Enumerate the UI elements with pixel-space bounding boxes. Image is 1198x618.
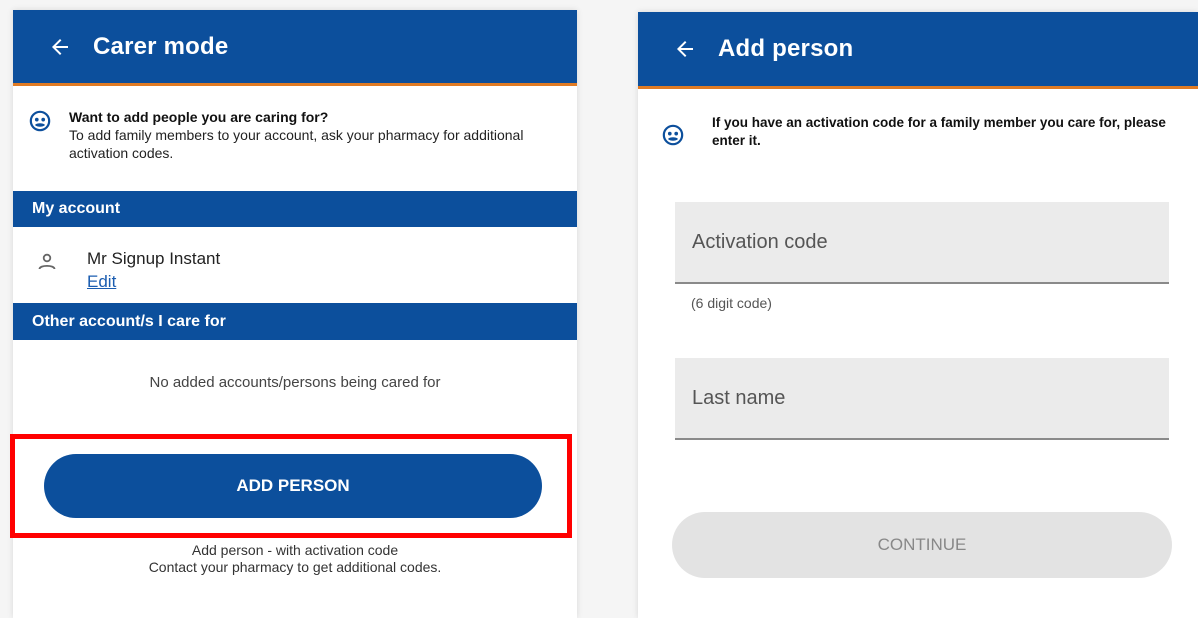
- other-accounts-section-header: Other account/s I care for: [13, 303, 577, 340]
- account-name: Mr Signup Instant: [87, 249, 221, 268]
- activation-code-hint: (6 digit code): [691, 295, 772, 311]
- activation-code-field[interactable]: Activation code: [675, 202, 1169, 284]
- pharmacist-face-icon: [29, 110, 51, 132]
- my-account-section-header: My account: [13, 191, 577, 227]
- page-title: Carer mode: [93, 32, 229, 60]
- edit-account-link[interactable]: Edit: [87, 272, 116, 292]
- carer-info-box: Want to add people you are caring for? T…: [13, 86, 577, 191]
- activation-info-text: If you have an activation code for a fam…: [712, 115, 1166, 148]
- info-heading: Want to add people you are caring for?: [69, 109, 329, 125]
- add-person-button[interactable]: ADD PERSON: [44, 454, 542, 518]
- carer-mode-app-bar: Carer mode: [13, 10, 577, 86]
- activation-info-box: If you have an activation code for a fam…: [638, 89, 1198, 150]
- add-person-helper-text: Add person - with activation code Contac…: [13, 542, 577, 576]
- info-body: To add family members to your account, a…: [69, 127, 524, 161]
- last-name-field[interactable]: Last name: [675, 358, 1169, 440]
- pharmacist-face-icon: [662, 124, 684, 146]
- back-arrow-icon[interactable]: [48, 35, 72, 59]
- helper-line-2: Contact your pharmacy to get additional …: [148, 559, 442, 575]
- empty-accounts-message: No added accounts/persons being cared fo…: [149, 374, 441, 391]
- continue-button[interactable]: CONTINUE: [672, 512, 1172, 578]
- helper-line-1: Add person - with activation code: [191, 542, 399, 558]
- person-icon: [35, 250, 59, 274]
- page-title: Add person: [718, 35, 854, 62]
- carer-mode-screen: Carer mode Want to add people you are ca…: [10, 10, 577, 618]
- add-person-screen: Add person If you have an activation cod…: [638, 12, 1198, 618]
- back-arrow-icon[interactable]: [673, 37, 697, 61]
- add-person-app-bar: Add person: [638, 12, 1198, 89]
- my-account-row: Mr Signup Instant Edit: [13, 227, 577, 303]
